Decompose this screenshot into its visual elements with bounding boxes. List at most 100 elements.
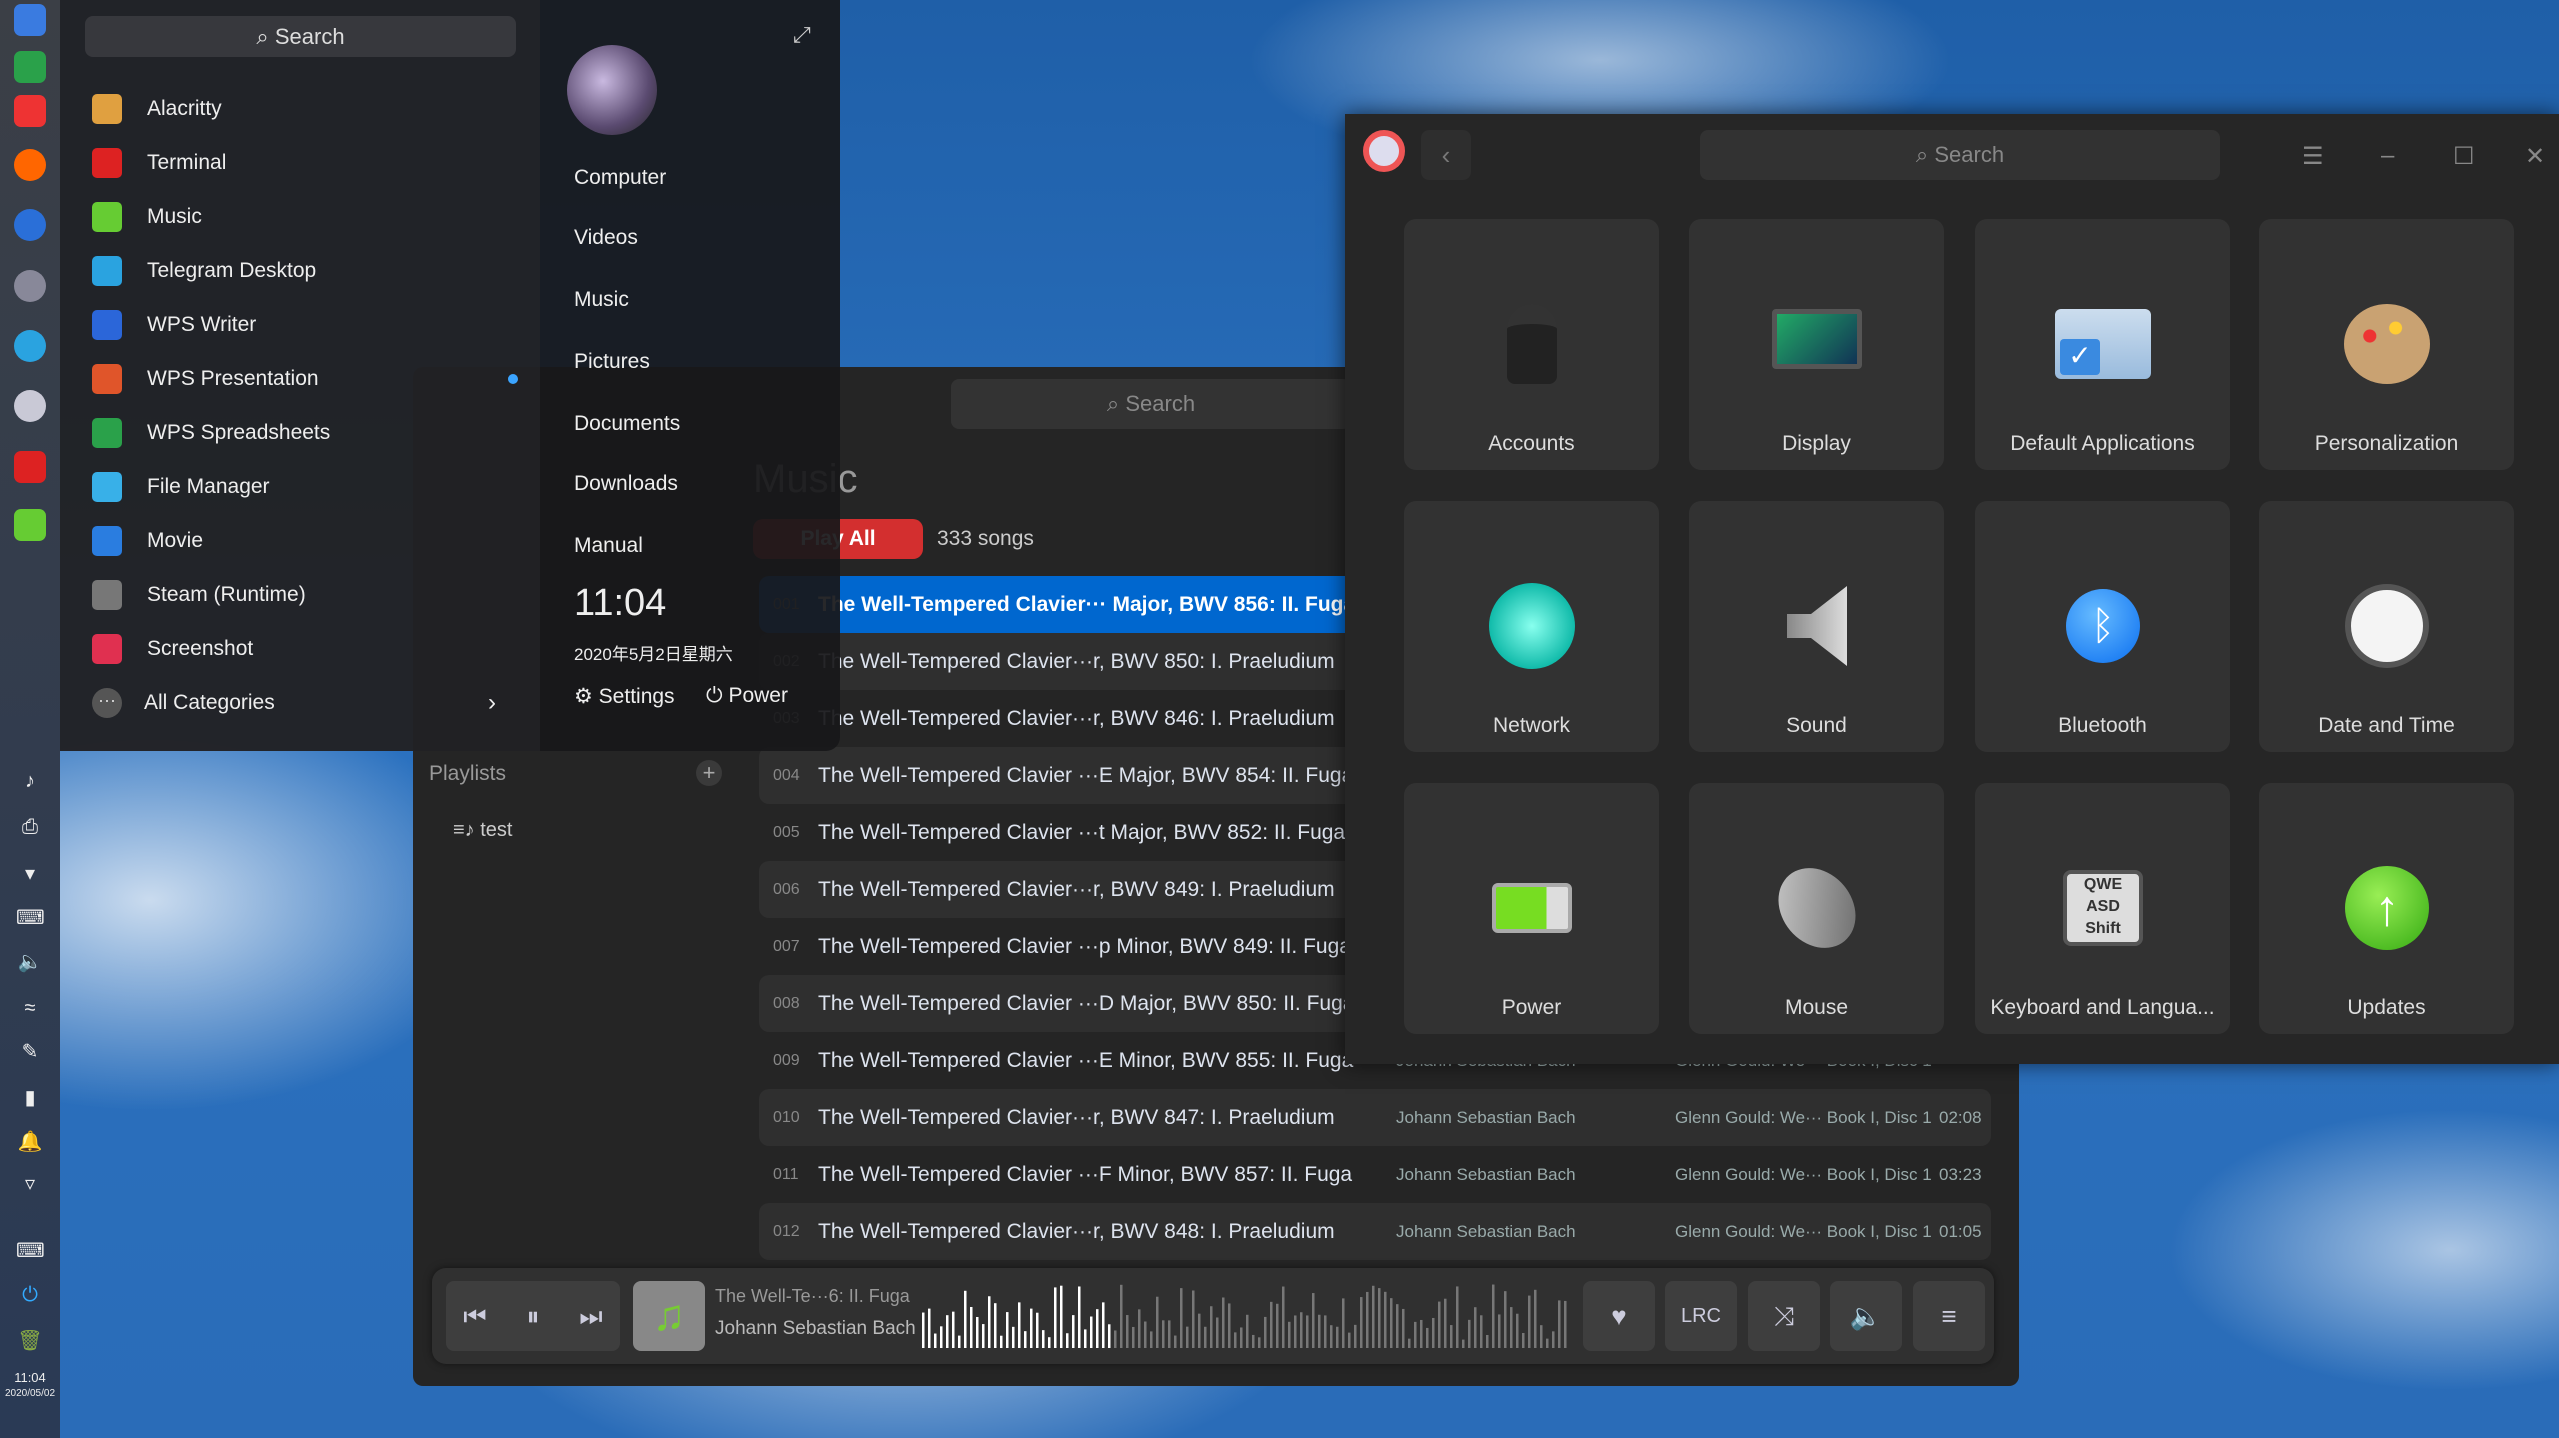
app-item[interactable]: Screenshot xyxy=(60,624,540,674)
app-item[interactable]: Music xyxy=(60,192,540,242)
waveform-bar xyxy=(1030,1308,1033,1348)
settings-tile-display[interactable]: Display xyxy=(1689,219,1944,470)
spreadsheet-icon[interactable] xyxy=(14,51,46,83)
waveform-bar xyxy=(1162,1320,1165,1348)
song-row[interactable]: 012 The Well-Tempered Clavier···r, BWV 84… xyxy=(759,1203,1991,1260)
song-row[interactable]: 011 The Well-Tempered Clavier ···F Minor,… xyxy=(759,1146,1991,1203)
steam-icon[interactable] xyxy=(14,270,46,302)
waveform-bar xyxy=(1036,1312,1039,1348)
settings-tile-default[interactable]: ✓ Default Applications xyxy=(1975,219,2230,470)
settings-tile-network[interactable]: Network xyxy=(1404,501,1659,752)
music-player-icon[interactable]: ♪ xyxy=(16,770,44,792)
place-manual[interactable]: Manual xyxy=(574,534,643,558)
place-downloads[interactable]: Downloads xyxy=(574,472,678,496)
avatar[interactable] xyxy=(567,45,657,135)
music-search-input[interactable]: ⌕ Search xyxy=(951,379,1351,429)
place-music[interactable]: Music xyxy=(574,288,629,312)
app-list-panel: ⌕ Search Alacritty Terminal Music Telegram … xyxy=(60,0,540,751)
app-item[interactable]: Terminal xyxy=(60,138,540,188)
all-categories-button[interactable]: ··· All Categories › xyxy=(60,678,540,728)
app-item[interactable]: Telegram Desktop xyxy=(60,246,540,296)
settings-search-input[interactable]: ⌕ Search xyxy=(1700,130,2220,180)
launcher-search-input[interactable]: ⌕ Search xyxy=(85,16,516,57)
printer-icon[interactable]: ⎙ xyxy=(16,816,44,838)
previous-button[interactable]: ⏮ xyxy=(446,1281,504,1351)
app-item[interactable]: Alacritty xyxy=(60,84,540,134)
place-pictures[interactable]: Pictures xyxy=(574,350,650,374)
waveform-bar xyxy=(1012,1326,1015,1348)
pen-icon[interactable]: ✎ xyxy=(16,1041,44,1063)
thunderbird-icon[interactable] xyxy=(14,209,46,241)
waveform-progress-slider[interactable] xyxy=(922,1282,1572,1352)
settings-tile-accounts[interactable]: Accounts xyxy=(1404,219,1659,470)
minimize-button[interactable]: – xyxy=(2381,142,2394,170)
back-button[interactable]: ‹ xyxy=(1421,130,1471,180)
screen-recorder-icon[interactable] xyxy=(14,95,46,127)
onscreen-keyboard-icon[interactable]: ⌨ xyxy=(16,1240,45,1262)
waveform-bar xyxy=(1180,1288,1183,1348)
menu-icon[interactable]: ☰ xyxy=(2302,142,2324,171)
app-item[interactable]: WPS Writer xyxy=(60,300,540,350)
maximize-button[interactable]: ☐ xyxy=(2453,142,2475,171)
settings-tile-personalization[interactable]: Personalization xyxy=(2259,219,2514,470)
settings-tile-keyboard[interactable]: QWE ASD Shift Keyboard and Langua... xyxy=(1975,783,2230,1034)
wifi-icon[interactable]: ≈ xyxy=(16,997,44,1019)
song-artist: Johann Sebastian Bach xyxy=(1396,1165,1576,1184)
place-documents[interactable]: Documents xyxy=(574,412,680,436)
waveform-bar xyxy=(1066,1333,1069,1348)
settings-tile-bluetooth[interactable]: ᛒ Bluetooth xyxy=(1975,501,2230,752)
expand-arrow-icon[interactable]: ▿ xyxy=(16,1173,44,1195)
waveform-bar xyxy=(1120,1284,1123,1348)
app-item[interactable]: Movie xyxy=(60,516,540,566)
fullscreen-icon[interactable]: ⤢ xyxy=(793,22,811,48)
app-item[interactable]: File Manager xyxy=(60,462,540,512)
terminal-icon[interactable] xyxy=(14,451,46,483)
track-number: 007 xyxy=(773,938,800,955)
place-computer[interactable]: Computer xyxy=(574,166,666,190)
volume-icon[interactable]: 🔈 xyxy=(16,951,44,973)
app-item[interactable]: WPS Spreadsheets xyxy=(60,408,540,458)
lyrics-button[interactable]: LRC xyxy=(1665,1281,1737,1351)
keyboard-layout-icon[interactable]: ⌨ xyxy=(16,907,45,929)
album-art-music-note-icon[interactable]: ♫ xyxy=(633,1281,705,1351)
waveform-bar xyxy=(1144,1321,1147,1348)
shutdown-icon[interactable]: ⏻ xyxy=(16,1284,44,1306)
firefox-icon[interactable] xyxy=(14,149,46,181)
waveform-bar xyxy=(1300,1312,1303,1348)
waveform-bar xyxy=(1432,1317,1435,1348)
wifi-signal-icon[interactable]: ▾ xyxy=(16,863,44,885)
network-icon xyxy=(1482,576,1582,676)
settings-tile-updates[interactable]: ↑ Updates xyxy=(2259,783,2514,1034)
app-item[interactable]: WPS Presentation xyxy=(60,354,540,404)
settings-tile-date[interactable]: Date and Time xyxy=(2259,501,2514,752)
settings-tile-mouse[interactable]: Mouse xyxy=(1689,783,1944,1034)
settings-icon[interactable] xyxy=(14,390,46,422)
waveform-bar xyxy=(1318,1314,1321,1348)
shuffle-button[interactable]: ⤨ xyxy=(1748,1281,1820,1351)
favorite-heart-button[interactable]: ♥ xyxy=(1583,1281,1655,1351)
settings-tile-sound[interactable]: Sound xyxy=(1689,501,1944,752)
app-item[interactable]: Steam (Runtime) xyxy=(60,570,540,620)
app-label: Steam (Runtime) xyxy=(147,583,306,606)
settings-button[interactable]: ⚙ Settings xyxy=(574,684,675,709)
battery-charging-icon[interactable]: ▮ xyxy=(16,1087,44,1109)
trash-icon[interactable]: 🗑 xyxy=(16,1330,44,1352)
playlist-item-test[interactable]: ≡♪ test xyxy=(453,819,512,842)
add-playlist-button[interactable]: + xyxy=(696,760,722,786)
waveform-bar xyxy=(1000,1335,1003,1348)
playlist-queue-button[interactable]: ≡ xyxy=(1913,1281,1985,1351)
settings-tile-power[interactable]: Power xyxy=(1404,783,1659,1034)
power-button[interactable]: ⏻ Power xyxy=(706,684,788,708)
next-button[interactable]: ⏭ xyxy=(562,1281,620,1351)
pause-button[interactable]: ⏸ xyxy=(504,1281,562,1351)
deepin-icon[interactable] xyxy=(14,4,46,36)
close-button[interactable]: ✕ xyxy=(2525,142,2545,171)
notification-bell-icon[interactable]: 🔔 xyxy=(16,1131,44,1153)
place-videos[interactable]: Videos xyxy=(574,226,638,250)
app-label: WPS Writer xyxy=(147,313,257,336)
volume-button[interactable]: 🔈 xyxy=(1830,1281,1902,1351)
song-row[interactable]: 010 The Well-Tempered Clavier···r, BWV 84… xyxy=(759,1089,1991,1146)
new-app-indicator-dot xyxy=(508,374,518,384)
music-icon[interactable] xyxy=(14,509,46,541)
telegram-icon[interactable] xyxy=(14,330,46,362)
